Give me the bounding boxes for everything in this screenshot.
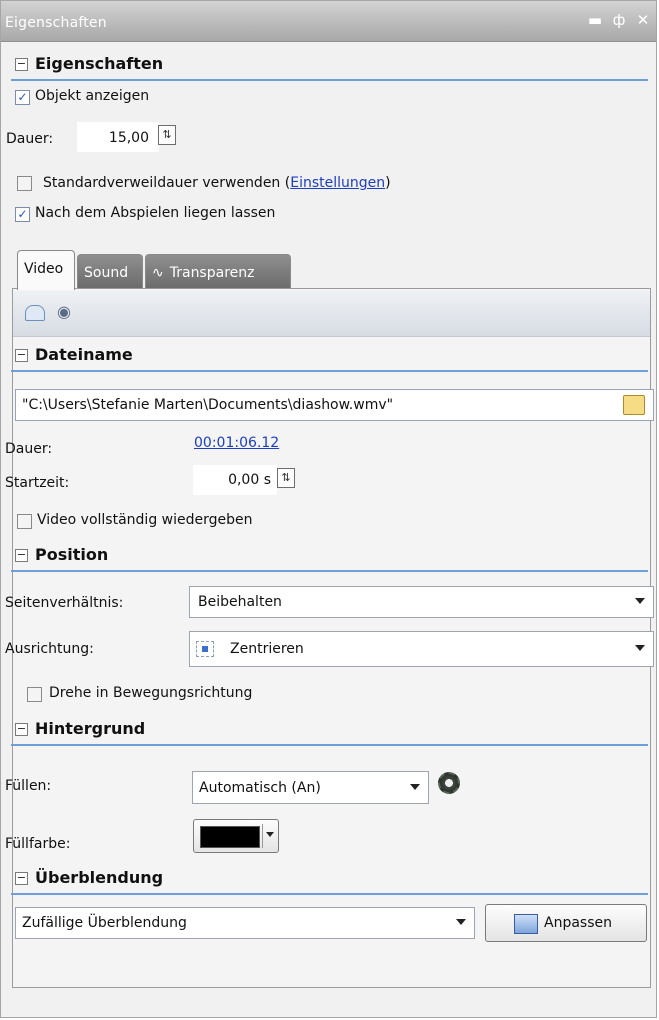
collapse-icon[interactable]: − [15,549,28,562]
tab-transparenz[interactable]: ∿ Transparenz [145,254,291,288]
title-bar: Eigenschaften ▬ ф ✕ [1,1,656,42]
image-edit-icon[interactable] [25,305,45,321]
align-select[interactable]: Zentrieren [189,631,654,667]
start-time-label: Startzeit: [5,475,70,491]
adjust-button-label: Anpassen [544,915,612,931]
camera-icon[interactable]: ◉ [57,304,75,320]
properties-panel: Eigenschaften ▬ ф ✕ − Eigenschaften ✓ Ob… [0,0,657,1018]
section-heading: Hintergrund [35,719,146,738]
start-time-value: 0,00 s [228,472,271,488]
collapse-icon[interactable]: − [15,872,28,885]
duration-spinner[interactable]: ⇅ [158,125,176,145]
divider [262,824,263,848]
collapse-icon[interactable]: − [15,58,28,71]
play-full-label: Video vollständig wiedergeben [37,512,253,528]
rotate-checkbox[interactable] [27,687,42,702]
toolbar: ◉ [13,291,650,337]
show-object-checkbox[interactable]: ✓ [15,90,30,105]
gear-icon[interactable] [438,772,460,794]
tab-sound[interactable]: Sound [77,254,143,288]
transition-select[interactable]: Zufällige Überblendung [15,907,475,939]
chevron-down-icon [410,783,420,790]
tab-video[interactable]: Video [17,250,75,290]
section-hintergrund: − Hintergrund [11,718,648,746]
align-label: Ausrichtung: [5,641,94,657]
keep-after-play-checkbox[interactable]: ✓ [15,207,30,222]
transition-icon [514,914,538,934]
duration-value: 15,00 [108,130,149,146]
keep-after-play-label: Nach dem Abspielen liegen lassen [35,205,276,221]
center-align-icon [196,641,214,657]
section-heading: Position [35,545,109,564]
section-heading: Dateiname [35,345,133,364]
show-object-label: Objekt anzeigen [35,88,150,104]
adjust-button[interactable]: Anpassen [485,904,647,942]
section-heading: Eigenschaften [35,54,164,73]
folder-icon[interactable] [623,395,645,415]
file-duration-value[interactable]: 00:01:06.12 [194,435,279,451]
standard-dwell-prefix: Standardverweildauer verwenden ( [43,175,291,191]
collapse-icon[interactable]: − [15,723,28,736]
chevron-down-icon [635,598,645,604]
duration-label: Dauer: [6,131,54,147]
center-dot [202,646,208,652]
tab-sound-label: Sound [84,265,129,281]
chevron-down-icon [266,832,274,837]
minimize-icon[interactable]: ▬ [587,12,603,28]
chevron-down-icon [635,645,645,651]
aspect-label: Seitenverhältnis: [5,595,124,611]
file-path-value: "C:\Users\Stefanie Marten\Documents\dias… [22,397,394,413]
transition-value: Zufällige Überblendung [22,915,187,931]
fillcolor-label: Füllfarbe: [5,836,71,852]
pin-icon[interactable]: ф [611,12,627,28]
section-eigenschaften: − Eigenschaften [11,53,648,81]
align-value: Zentrieren [230,641,304,657]
collapse-icon[interactable]: − [15,349,28,362]
section-dateiname: − Dateiname [11,344,648,372]
standard-dwell-suffix: ) [385,175,391,191]
aspect-select[interactable]: Beibehalten [189,586,654,618]
chevron-down-icon [456,919,466,925]
section-position: − Position [11,544,648,572]
fill-select[interactable]: Automatisch (An) [192,771,429,804]
file-duration-label: Dauer: [5,441,53,457]
tab-video-label: Video [24,261,64,277]
aspect-value: Beibehalten [198,594,282,610]
fill-label: Füllen: [5,778,52,794]
tab-transparenz-label: Transparenz [169,265,255,281]
standard-dwell-checkbox[interactable] [17,176,32,191]
section-ueberblendung: − Überblendung [11,867,648,895]
standard-dwell-label: Standardverweildauer verwenden (Einstell… [43,175,391,191]
section-heading: Überblendung [35,868,164,887]
file-path-field[interactable]: "C:\Users\Stefanie Marten\Documents\dias… [15,389,654,421]
transparency-icon: ∿ [152,265,164,281]
duration-field[interactable]: 15,00 [77,122,159,152]
play-full-checkbox[interactable] [17,514,32,529]
color-swatch [200,826,260,848]
settings-link[interactable]: Einstellungen [290,175,385,191]
start-time-spinner[interactable]: ⇅ [277,468,295,488]
fillcolor-picker[interactable] [193,819,279,853]
panel-title: Eigenschaften [5,15,107,31]
close-icon[interactable]: ✕ [635,12,651,28]
start-time-field[interactable]: 0,00 s [193,465,277,495]
rotate-label: Drehe in Bewegungsrichtung [49,685,253,701]
fill-value: Automatisch (An) [199,780,321,796]
